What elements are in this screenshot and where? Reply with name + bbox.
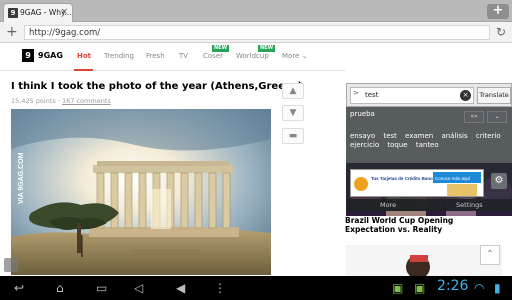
translate-result-panel: prueba «» ⌄ ensayo test examen análisis … (346, 107, 512, 211)
close-tab-icon[interactable]: × (60, 7, 68, 17)
page-menu-icon[interactable] (4, 258, 18, 272)
suggestion-item[interactable]: test (383, 132, 396, 141)
suggestion-item[interactable]: examen (405, 132, 433, 141)
nav-fresh[interactable]: Fresh (146, 52, 165, 60)
post-title[interactable]: I think I took the photo of the year (At… (11, 81, 302, 92)
url-bar: + http://9gag.com/ ↻ (0, 22, 512, 43)
tab-9gag[interactable]: 9 9GAG - Why... × (3, 3, 73, 22)
menu-icon[interactable]: ⋮ (214, 280, 226, 296)
suggestion-item[interactable]: criterio (476, 132, 501, 141)
gear-icon[interactable]: ⚙ (491, 173, 507, 189)
nav-more[interactable]: More ⌄ (282, 52, 307, 60)
add-bookmark-icon[interactable]: + (6, 24, 18, 40)
translate-bar: test > × Translate (346, 83, 512, 107)
url-input[interactable]: http://9gag.com/ (24, 25, 490, 40)
nav-hot-underline (74, 69, 93, 71)
reload-icon[interactable]: ↻ (496, 24, 506, 40)
site-name[interactable]: 9GAG (38, 51, 63, 60)
clear-icon[interactable]: × (460, 90, 471, 101)
suggestion-item[interactable]: tanteo (416, 141, 439, 150)
settings-button[interactable]: Settings (456, 201, 483, 209)
volume-up-icon[interactable]: ◀ (176, 280, 185, 296)
sidebar-article-title[interactable]: Brazil World Cup Opening Expectation vs.… (345, 216, 505, 234)
translate-input[interactable]: test (350, 87, 474, 104)
swap-languages-button[interactable]: «» (464, 111, 484, 123)
post-comments-link[interactable]: 167 comments (62, 97, 111, 105)
image-watermark: VIA 9GAG.COM (18, 152, 25, 204)
post-points: 15,425 points (11, 97, 56, 105)
translate-popup: test > × Translate prueba «» ⌄ ensayo te… (346, 83, 512, 211)
new-badge: NEW (212, 45, 230, 52)
sidebar-image-2[interactable] (346, 245, 502, 276)
collapse-button[interactable]: ⌄ (487, 111, 507, 123)
wifi-icon: ◠ (474, 281, 485, 295)
site-logo-icon[interactable]: 9 (22, 49, 34, 62)
scroll-to-top-button[interactable]: ⌃ (480, 245, 500, 265)
upvote-button[interactable]: ▲ (282, 83, 304, 99)
new-tab-button[interactable]: + (487, 4, 509, 19)
site-nav: 9 9GAG Hot Trending Fresh TV NEW Coser N… (0, 43, 346, 71)
comment-button[interactable]: ▬ (282, 128, 304, 144)
nav-tv[interactable]: TV (179, 52, 188, 60)
nav-hot[interactable]: Hot (77, 52, 91, 60)
volume-down-icon[interactable]: ◁ (134, 280, 143, 296)
expand-arrow-icon[interactable]: > (353, 89, 359, 97)
screen: 9 9GAG - Why... × + + http://9gag.com/ ↻… (0, 0, 512, 300)
nav-trending[interactable]: Trending (104, 52, 134, 60)
post-meta: 15,425 points · 167 comments (11, 97, 111, 105)
translate-button[interactable]: Translate (477, 87, 511, 104)
notification-icon-2[interactable]: ▣ (414, 280, 425, 296)
ad-banner[interactable]: Tus Tarjetas de Crédito Banco de Bogotá … (350, 169, 484, 197)
back-icon[interactable]: ↩ (14, 280, 24, 296)
home-icon[interactable]: ⌂ (56, 280, 64, 296)
system-clock[interactable]: 2:26 (437, 278, 468, 294)
system-bar: ↩ ⌂ ▭ ◁ ◀ ⋮ ▣ ▣ 2:26 ◠ ▮ (0, 276, 512, 300)
web-page: 9 9GAG Hot Trending Fresh TV NEW Coser N… (0, 43, 512, 276)
suggestion-item[interactable]: ejercicio (350, 141, 379, 150)
translate-footer: More Settings (346, 199, 512, 211)
ad-cta: Conoce más aquí (435, 176, 471, 181)
nav-worldcup[interactable]: Worldcup (236, 52, 269, 60)
downvote-button[interactable]: ▼ (282, 105, 304, 121)
suggestion-item[interactable]: ensayo (350, 132, 375, 141)
more-button[interactable]: More (380, 201, 396, 209)
translate-result[interactable]: prueba (350, 110, 375, 118)
meta-separator: · (57, 97, 60, 105)
suggestion-item[interactable]: análisis (441, 132, 467, 141)
favicon-icon: 9 (8, 8, 18, 18)
tab-strip: 9 9GAG - Why... × + (0, 0, 512, 22)
new-badge: NEW (258, 45, 276, 52)
nav-coser[interactable]: Coser (203, 52, 223, 60)
battery-icon: ▮ (494, 281, 501, 295)
recent-apps-icon[interactable]: ▭ (96, 280, 107, 296)
translate-suggestions: ensayo test examen análisis criterio eje… (350, 132, 510, 150)
suggestion-item[interactable]: toque (387, 141, 407, 150)
notification-icon[interactable]: ▣ (392, 280, 403, 296)
post-image[interactable]: VIA 9GAG.COM (11, 109, 271, 275)
chevron-down-icon: ⌄ (301, 52, 308, 60)
nav-more-label: More (282, 52, 300, 60)
